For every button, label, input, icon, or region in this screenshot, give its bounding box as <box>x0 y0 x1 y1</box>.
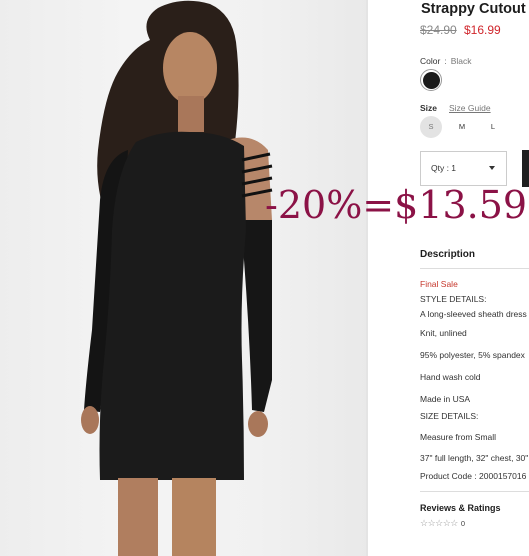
size-option-l[interactable]: L <box>482 116 504 138</box>
description-line: 37" full length, 32" chest, 30" waist <box>420 453 529 463</box>
rating-stars[interactable]: ☆☆☆☆☆ 0 <box>420 518 465 529</box>
size-guide-link[interactable]: Size Guide <box>449 103 491 113</box>
product-image[interactable] <box>0 0 368 556</box>
size-label: Size <box>420 103 438 113</box>
discount-overlay: -20%=$13.59 <box>265 183 528 227</box>
description-line: Knit, unlined <box>420 328 467 338</box>
description-line: Hand wash cold <box>420 372 481 382</box>
model-illustration <box>81 0 273 556</box>
star-icons: ☆☆☆☆☆ <box>420 518 458 528</box>
chevron-down-icon <box>489 166 495 170</box>
quantity-label: Qty : 1 <box>431 163 457 173</box>
color-label: Color: Black <box>420 56 471 66</box>
description-line: Made in USA <box>420 394 471 404</box>
product-details-panel: Strappy Cutout Bodycon Dress $24.90 $16.… <box>368 0 529 556</box>
description-line: STYLE DETAILS: <box>420 294 487 304</box>
description-line: Measure from Small <box>420 432 497 442</box>
size-option-m[interactable]: M <box>451 116 473 138</box>
description-line: SIZE DETAILS: <box>420 411 479 421</box>
size-option-s[interactable]: S <box>420 116 442 138</box>
sale-price: $16.99 <box>464 23 501 37</box>
color-swatch-black[interactable] <box>420 69 442 91</box>
swatch-fill <box>422 71 440 89</box>
description-divider <box>420 268 529 269</box>
original-price: $24.90 <box>420 23 457 37</box>
color-separator: : <box>444 56 447 66</box>
final-sale-text: Final Sale <box>420 279 458 289</box>
reviews-divider <box>420 491 529 492</box>
color-value: Black <box>450 56 472 66</box>
description-line: 95% polyester, 5% spandex <box>420 350 525 360</box>
description-line: A long-sleeved sheath dress <box>420 309 527 319</box>
reviews-heading: Reviews & Ratings <box>420 503 501 513</box>
color-label-text: Color <box>420 56 441 66</box>
description-heading: Description <box>420 249 476 260</box>
review-count: 0 <box>460 519 466 528</box>
product-code: Product Code : 2000157016 <box>420 471 527 481</box>
product-title: Strappy Cutout Bodycon Dress <box>421 1 529 17</box>
